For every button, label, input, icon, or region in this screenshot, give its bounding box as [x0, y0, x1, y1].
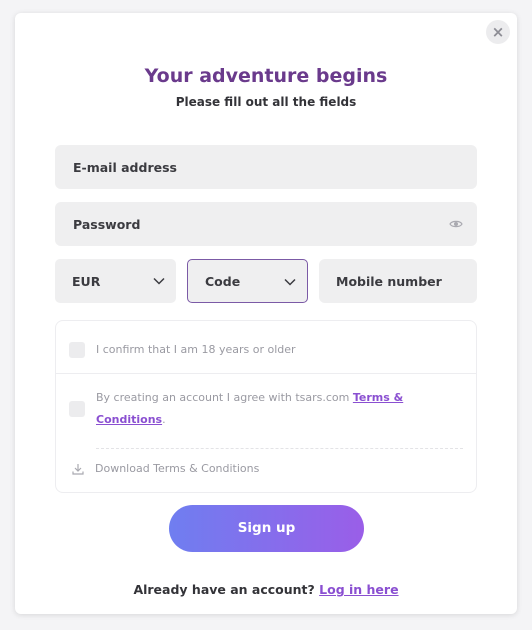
- password-field[interactable]: Password: [55, 202, 477, 246]
- close-button[interactable]: ×: [486, 20, 510, 44]
- age-label: I confirm that I am 18 years or older: [96, 343, 296, 356]
- terms-label: By creating an account I agree with tsar…: [96, 387, 449, 431]
- currency-value: EUR: [72, 273, 101, 289]
- page-subtitle: Please fill out all the fields: [175, 95, 357, 109]
- country-code-select[interactable]: Code: [187, 259, 308, 303]
- signup-modal: × Your adventure begins Please fill out …: [15, 13, 517, 614]
- download-label: Download Terms & Conditions: [95, 462, 260, 475]
- consent-panel: I confirm that I am 18 years or older By…: [55, 320, 477, 493]
- mobile-placeholder: Mobile number: [336, 273, 442, 289]
- terms-row: By creating an account I agree with tsar…: [69, 387, 449, 431]
- divider: [56, 373, 476, 374]
- currency-select[interactable]: EUR: [55, 259, 176, 303]
- login-link[interactable]: Log in here: [319, 582, 398, 597]
- download-terms-link[interactable]: Download Terms & Conditions: [72, 462, 259, 475]
- chevron-down-icon: [284, 278, 296, 286]
- code-value: Code: [205, 273, 241, 289]
- login-prompt-text: Already have an account?: [133, 582, 320, 597]
- terms-prefix: By creating an account I agree with tsar…: [96, 391, 353, 404]
- download-icon: [72, 463, 84, 475]
- dotted-divider: [96, 448, 463, 449]
- chevron-down-icon: [153, 277, 165, 285]
- password-placeholder: Password: [73, 216, 141, 232]
- mobile-number-field[interactable]: Mobile number: [319, 259, 477, 303]
- terms-suffix: .: [162, 413, 166, 426]
- email-field[interactable]: E-mail address: [55, 145, 477, 189]
- eye-icon[interactable]: [449, 217, 463, 231]
- close-icon: ×: [491, 23, 505, 41]
- page-title: Your adventure begins: [144, 65, 388, 87]
- email-placeholder: E-mail address: [73, 159, 177, 175]
- signup-button[interactable]: Sign up: [169, 505, 364, 552]
- age-confirm-row: I confirm that I am 18 years or older: [69, 339, 296, 361]
- login-prompt: Already have an account? Log in here: [15, 582, 517, 597]
- terms-checkbox[interactable]: [69, 401, 85, 417]
- age-checkbox[interactable]: [69, 342, 85, 358]
